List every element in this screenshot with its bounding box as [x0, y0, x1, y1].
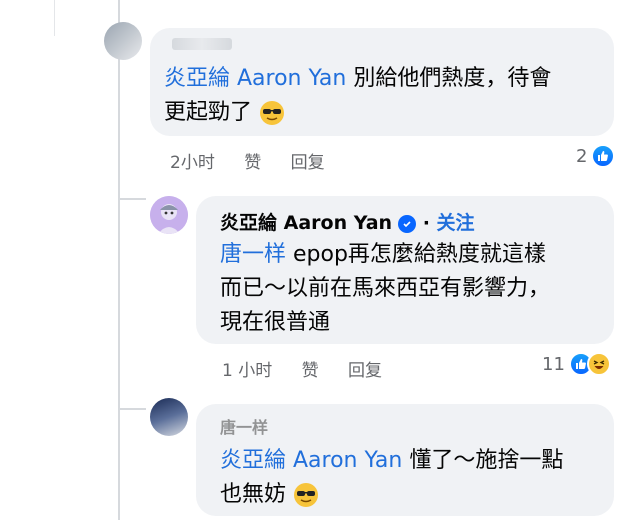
sunglasses-face-icon — [294, 483, 319, 507]
thread-connector-1 — [118, 198, 146, 200]
mention-link[interactable]: 炎亞綸 Aaron Yan — [164, 66, 346, 91]
reaction-summary[interactable]: 11 — [542, 352, 611, 376]
comment-text: 炎亞綸 Aaron Yan 懂了～施捨一點 也無妨 — [220, 448, 564, 507]
verified-badge-icon — [398, 214, 417, 233]
comment-actions: 2小时 赞 回复 — [170, 148, 325, 173]
thread-connector-2 — [118, 408, 146, 410]
like-button[interactable]: 赞 — [244, 148, 261, 173]
reply-button[interactable]: 回复 — [291, 148, 325, 173]
comment-bubble: 炎亞綸 Aaron Yan · 关注 唐一样 epop再怎麼給熱度就這樣 而已～… — [196, 196, 614, 344]
author-name[interactable]: 唐一样 — [220, 414, 268, 438]
sunglasses-face-icon — [260, 101, 285, 125]
like-button[interactable]: 赞 — [302, 356, 319, 381]
follow-button[interactable]: 关注 — [437, 212, 475, 234]
reply-button[interactable]: 回复 — [348, 356, 382, 381]
reaction-summary[interactable]: 2 — [576, 144, 616, 168]
avatar-figure-icon — [150, 196, 188, 234]
reaction-count: 2 — [576, 145, 588, 167]
comment-text: 炎亞綸 Aaron Yan 別給他們熱度，待會 更起勁了 — [164, 66, 552, 125]
comment-actions: 1 小时 赞 回复 — [222, 356, 382, 381]
thread-line-branch-1 — [54, 0, 55, 36]
thread-line-top — [118, 0, 120, 520]
comment-text: 唐一样 epop再怎麼給熱度就這樣 而已～以前在馬來西亞有影響力， 現在很普通 — [220, 242, 551, 335]
avatar[interactable] — [150, 398, 188, 436]
haha-reaction-icon — [586, 352, 611, 376]
timestamp[interactable]: 1 小时 — [222, 356, 272, 381]
timestamp[interactable]: 2小时 — [170, 148, 215, 173]
comment-bubble: 唐一样 炎亞綸 Aaron Yan 懂了～施捨一點 也無妨 — [196, 404, 614, 516]
avatar[interactable] — [104, 22, 142, 60]
comment-bubble: 炎亞綸 Aaron Yan 別給他們熱度，待會 更起勁了 — [150, 28, 614, 136]
reaction-count: 11 — [542, 353, 565, 375]
like-reaction-icon — [591, 144, 616, 168]
author-name[interactable]: 炎亞綸 Aaron Yan · 关注 — [220, 208, 475, 235]
avatar[interactable] — [150, 196, 188, 234]
mention-link[interactable]: 炎亞綸 Aaron Yan — [220, 448, 402, 473]
author-name-blurred — [172, 38, 232, 50]
mention-link[interactable]: 唐一样 — [220, 242, 286, 267]
